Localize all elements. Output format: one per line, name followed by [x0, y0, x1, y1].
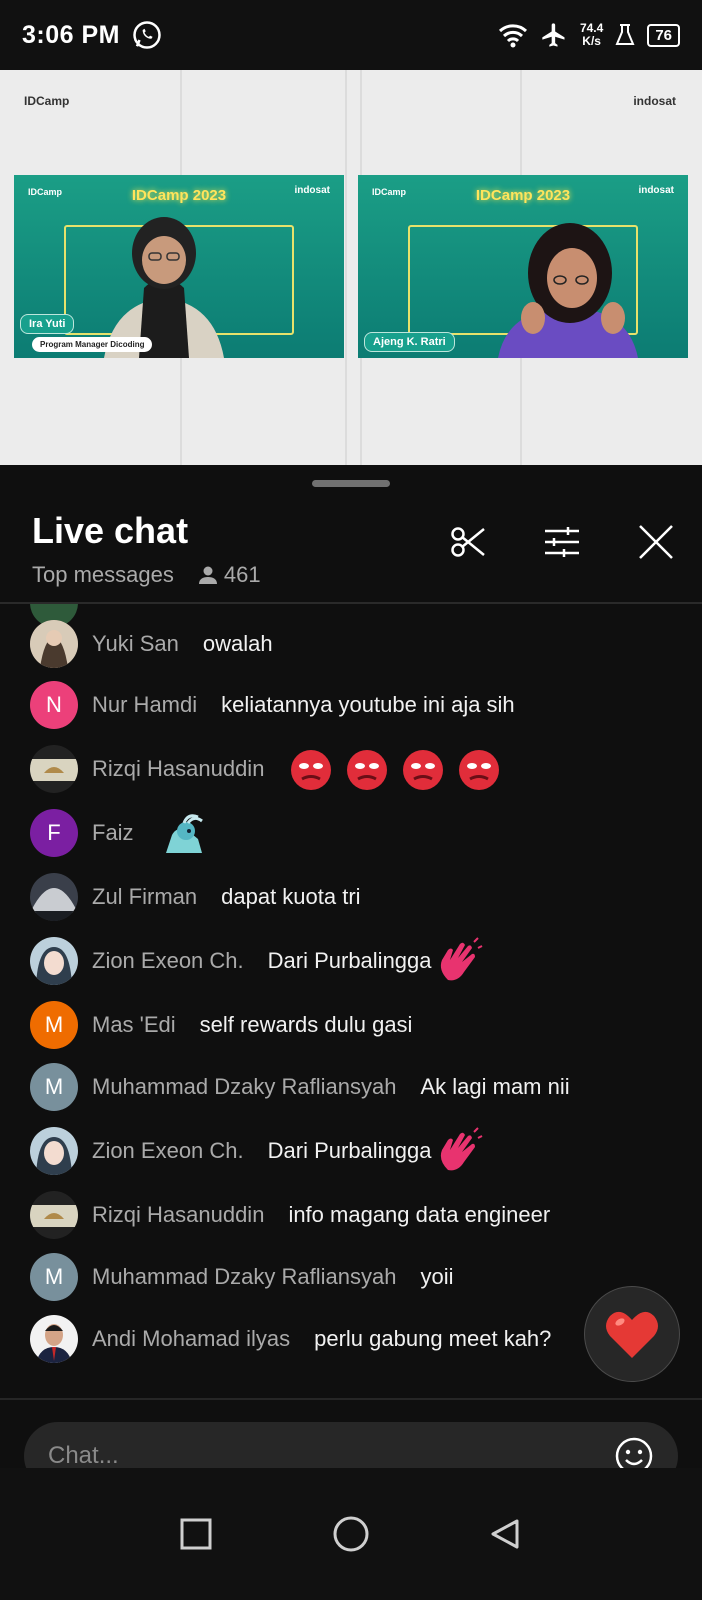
message-author[interactable]: Andi Mohamad ilyas	[92, 1326, 290, 1352]
chat-message[interactable]: Zion Exeon Ch. Dari Purbalingga	[30, 936, 484, 986]
speaker-frame-1: IDCamp indosat IDCamp 2023 Ira Yuti Prog…	[14, 175, 344, 358]
waving-hand-icon	[440, 937, 482, 981]
avatar: M	[30, 1001, 78, 1049]
chat-message[interactable]: Zion Exeon Ch. Dari Purbalingga	[30, 1126, 484, 1176]
avatar	[30, 745, 78, 793]
message-text: Dari Purbalingga	[267, 1138, 432, 1163]
person-icon	[198, 566, 217, 584]
avatar: M	[30, 1253, 78, 1301]
chat-message[interactable]: N Nur Hamdi keliatannya youtube ini aja …	[30, 680, 515, 730]
red-face-emoji-icon	[347, 750, 388, 790]
chat-message[interactable]: Yuki San owalah	[30, 619, 273, 669]
red-face-emoji-icon	[291, 750, 332, 790]
speaker-1-role: Program Manager Dicoding	[32, 337, 153, 352]
idcamp-logo: IDCamp	[24, 94, 70, 108]
speaker-2-name: Ajeng K. Ratri	[364, 332, 455, 352]
message-text: perlu gabung meet kah?	[314, 1326, 552, 1351]
video-player[interactable]: IDCamp indosat IDCamp indosat IDCamp 202…	[0, 70, 702, 465]
avatar: N	[30, 681, 78, 729]
chat-message[interactable]: M Mas 'Edi self rewards dulu gasi	[30, 1000, 412, 1050]
live-chat-panel: Live chat Top messages 461 Yuki San owal…	[0, 466, 702, 1600]
battery-icon: 76	[647, 23, 680, 47]
close-icon[interactable]	[636, 522, 676, 562]
clip-scissors-icon[interactable]	[448, 522, 488, 562]
speaker-frame-2: IDCamp indosat IDCamp 2023 Ajeng K. Ratr…	[358, 175, 688, 358]
message-text: keliatannya youtube ini aja sih	[221, 692, 515, 717]
chat-message[interactable]: Zul Firman dapat kuota tri	[30, 872, 361, 922]
message-author[interactable]: Faiz	[92, 820, 134, 846]
message-author[interactable]: Muhammad Dzaky Rafliansyah	[92, 1074, 396, 1100]
message-text: yoii	[420, 1264, 454, 1289]
speaker-1-image	[104, 217, 224, 358]
heart-icon	[606, 1311, 658, 1358]
speaker-1-name: Ira Yuti	[20, 314, 75, 334]
avatar: F	[30, 809, 78, 857]
chat-input[interactable]	[48, 1442, 614, 1470]
whatsapp-icon	[133, 21, 161, 49]
status-bar: 3:06 PM 74.4 K/s 76	[0, 0, 702, 70]
speaker-2-image	[498, 223, 638, 358]
chat-message[interactable]: Rizqi Hasanuddin info magang data engine…	[30, 1190, 550, 1240]
chat-message-list[interactable]: Yuki San owalah N Nur Hamdi keliatannya …	[0, 604, 702, 1364]
heart-reaction-button[interactable]	[584, 1286, 680, 1382]
red-face-emoji-icon	[459, 750, 500, 790]
recent-apps-icon[interactable]	[179, 1517, 213, 1551]
message-author[interactable]: Yuki San	[92, 631, 179, 657]
chat-mode-label: Top messages	[32, 562, 174, 587]
net-speed: 74.4 K/s	[579, 21, 604, 48]
viewer-count: 461	[198, 562, 261, 588]
avatar: M	[30, 1063, 78, 1111]
flask-icon	[615, 24, 635, 45]
red-face-emoji-icon	[403, 750, 444, 790]
message-author[interactable]: Nur Hamdi	[92, 692, 197, 718]
message-text: dapat kuota tri	[221, 884, 361, 909]
message-author[interactable]: Zion Exeon Ch.	[92, 1138, 244, 1164]
chat-message[interactable]: M Muhammad Dzaky Rafliansyah Ak lagi mam…	[30, 1062, 570, 1112]
emoji-group	[158, 809, 206, 857]
message-text: Dari Purbalingga	[267, 948, 432, 973]
avatar	[30, 1315, 78, 1363]
message-author[interactable]: Rizqi Hasanuddin	[92, 756, 264, 782]
event-title: IDCamp 2023	[131, 187, 227, 204]
avatar	[30, 937, 78, 985]
chat-message[interactable]: Rizqi Hasanuddin	[30, 744, 502, 794]
chat-message[interactable]: Andi Mohamad ilyas perlu gabung meet kah…	[30, 1314, 551, 1364]
goat-emoji-icon	[165, 814, 203, 853]
airplane-icon	[542, 23, 565, 47]
avatar	[30, 873, 78, 921]
wifi-icon	[498, 24, 527, 48]
message-text: info magang data engineer	[288, 1202, 551, 1227]
emoji-group	[288, 746, 502, 792]
message-author[interactable]: Mas 'Edi	[92, 1012, 176, 1038]
message-text: owalah	[202, 631, 273, 656]
filter-settings-icon[interactable]	[542, 522, 582, 562]
status-time: 3:06 PM	[22, 20, 120, 49]
message-author[interactable]: Zul Firman	[92, 884, 197, 910]
message-author[interactable]: Muhammad Dzaky Rafliansyah	[92, 1264, 396, 1290]
message-text: Ak lagi mam nii	[420, 1074, 570, 1099]
chat-title: Live chat	[32, 510, 189, 551]
back-icon[interactable]	[489, 1517, 523, 1551]
message-text: self rewards dulu gasi	[199, 1012, 413, 1037]
chat-mode-selector[interactable]: Top messages 461	[32, 562, 261, 588]
home-icon[interactable]	[332, 1515, 370, 1553]
system-nav-bar	[0, 1468, 702, 1600]
message-author[interactable]: Rizqi Hasanuddin	[92, 1202, 264, 1228]
avatar	[30, 1127, 78, 1175]
drag-handle[interactable]	[312, 480, 390, 487]
message-author[interactable]: Zion Exeon Ch.	[92, 948, 244, 974]
chat-message[interactable]: F Faiz	[30, 808, 206, 858]
indosat-logo: indosat	[633, 94, 676, 108]
waving-hand-icon	[440, 1127, 482, 1171]
avatar	[30, 620, 78, 668]
avatar	[30, 1191, 78, 1239]
chat-message[interactable]: M Muhammad Dzaky Rafliansyah yoii	[30, 1252, 453, 1302]
